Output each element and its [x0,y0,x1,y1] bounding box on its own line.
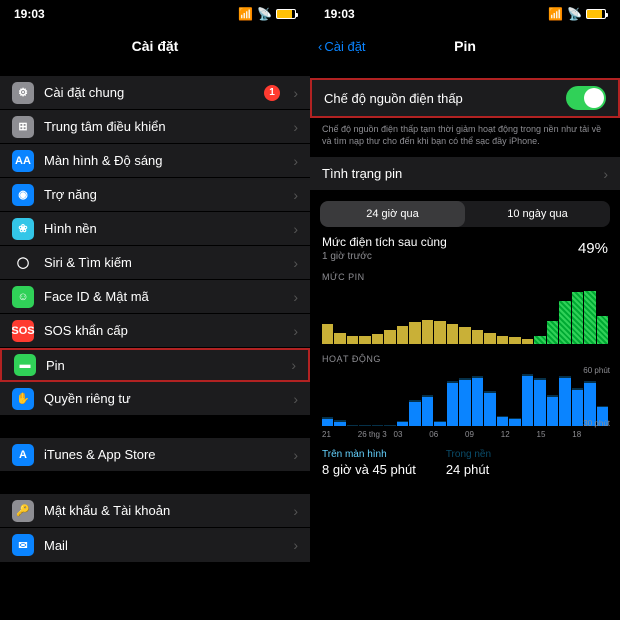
activity-chart: 60 phút 30 phút [322,368,608,426]
row-icon: 🔑 [12,500,34,522]
chevron-left-icon: ‹ [318,39,322,54]
status-time: 19:03 [14,7,45,21]
chevron-right-icon: › [293,323,298,339]
row-label: iTunes & App Store [44,447,156,462]
chevron-right-icon: › [293,153,298,169]
battery-icon [276,9,296,19]
chevron-right-icon: › [293,255,298,271]
battery-health-row[interactable]: Tình trạng pin › [310,157,620,191]
row-label: Siri & Tìm kiếm [44,255,132,270]
settings-row-m-n-h-nh-s-ng[interactable]: AA Màn hình & Độ sáng › [0,144,310,178]
wifi-icon: 📡 [567,7,582,21]
chevron-right-icon: › [293,447,298,463]
last-charge-pct: 49% [578,240,608,257]
settings-row-quy-n-ri-ng-t-[interactable]: ✋ Quyền riêng tư › [0,382,310,416]
row-icon: ⚙ [12,82,34,104]
row-label: Quyền riêng tư [44,391,131,406]
settings-row-face-id-m-t-m-[interactable]: ☺ Face ID & Mật mã › [0,280,310,314]
low-power-description: Chế độ nguồn điện thấp tạm thời giảm hoạ… [310,118,620,157]
settings-row-c-i-t-chung[interactable]: ⚙ Cài đặt chung 1 › [0,76,310,110]
status-bar: 19:03 📶 📡 [0,0,310,28]
activity-heading: HOẠT ĐỘNG [322,354,608,364]
battery-icon [586,9,606,19]
low-power-mode-row[interactable]: Chế độ nguồn điện thấp [310,78,620,118]
row-label: Trung tâm điều khiển [44,119,166,134]
row-icon: ✋ [12,388,34,410]
row-icon: ▬ [14,354,36,376]
time-range-segment[interactable]: 24 giờ qua 10 ngày qua [320,201,610,227]
chevron-right-icon: › [293,187,298,203]
row-label: Pin [46,358,65,373]
row-icon: ❀ [12,218,34,240]
row-label: Trợ năng [44,187,97,202]
background-label: Trong nền [446,449,491,460]
screen-on-value: 8 giờ và 45 phút [322,462,416,477]
header: Cài đặt [0,28,310,64]
back-button[interactable]: ‹ Cài đặt [318,39,366,54]
notification-badge: 1 [264,85,280,101]
chevron-right-icon: › [293,221,298,237]
last-charge-time: 1 giờ trước [322,251,447,262]
settings-row-itunes-app-store[interactable]: AiTunes & App Store › [0,438,310,472]
row-icon: ⊞ [12,116,34,138]
wifi-icon: 📡 [257,7,272,21]
row-label: Mật khẩu & Tài khoản [44,503,170,518]
chevron-right-icon: › [293,537,298,553]
row-icon: AA [12,150,34,172]
settings-row-m-t-kh-u-t-i-kho-n[interactable]: 🔑 Mật khẩu & Tài khoản › [0,494,310,528]
row-label: Cài đặt chung [44,85,124,100]
signal-icon: 📶 [238,7,253,21]
settings-row-sos-kh-n-c-p[interactable]: SOS SOS khẩn cấp › [0,314,310,348]
settings-row-pin[interactable]: ▬ Pin › [0,348,310,382]
battery-level-heading: MỨC PIN [322,272,608,282]
chevron-right-icon: › [293,503,298,519]
settings-screen: 19:03 📶 📡 Cài đặt ⚙ Cài đặt chung 1 › ⊞ Trung… [0,0,310,620]
chevron-right-icon: › [291,357,296,373]
row-icon: ◉ [12,184,34,206]
settings-row-mail[interactable]: ✉ Mail › [0,528,310,562]
background-value: 24 phút [446,462,491,477]
row-label: Hình nền [44,221,97,236]
row-label: SOS khẩn cấp [44,323,128,338]
screen-on-label: Trên màn hình [322,449,416,460]
segment-24h[interactable]: 24 giờ qua [320,201,465,227]
row-icon: ✉ [12,534,34,556]
page-title: Cài đặt [132,38,179,54]
row-icon: ◯ [12,252,34,274]
settings-row-h-nh-n-n[interactable]: ❀ Hình nền › [0,212,310,246]
settings-row-tr-n-ng[interactable]: ◉ Trợ năng › [0,178,310,212]
last-charge-label: Mức điện tích sau cùng [322,235,447,249]
chevron-right-icon: › [293,289,298,305]
battery-health-label: Tình trạng pin [322,166,402,181]
x-axis-labels: 2126 thg 3030609121518 [322,430,608,439]
status-time: 19:03 [324,7,355,21]
battery-level-chart [322,286,608,344]
battery-screen: 19:03 📶 📡 ‹ Cài đặt Pin Chế độ nguồn điệ… [310,0,620,620]
status-bar: 19:03 📶 📡 [310,0,620,28]
low-power-label: Chế độ nguồn điện thấp [324,91,463,106]
settings-row-trung-t-m-i-u-khi-n[interactable]: ⊞ Trung tâm điều khiển › [0,110,310,144]
row-label: Face ID & Mật mã [44,289,149,304]
header: ‹ Cài đặt Pin [310,28,620,64]
chevron-right-icon: › [603,166,608,182]
chevron-right-icon: › [293,391,298,407]
row-icon: ☺ [12,286,34,308]
segment-10d[interactable]: 10 ngày qua [465,201,610,227]
row-label: Mail [44,538,68,553]
page-title: Pin [454,38,476,54]
row-icon: A [12,444,34,466]
row-icon: SOS [12,320,34,342]
signal-icon: 📶 [548,7,563,21]
low-power-toggle[interactable] [566,86,606,110]
row-label: Màn hình & Độ sáng [44,153,163,168]
settings-row-siri-t-m-ki-m[interactable]: ◯ Siri & Tìm kiếm › [0,246,310,280]
chevron-right-icon: › [293,119,298,135]
chevron-right-icon: › [293,85,298,101]
